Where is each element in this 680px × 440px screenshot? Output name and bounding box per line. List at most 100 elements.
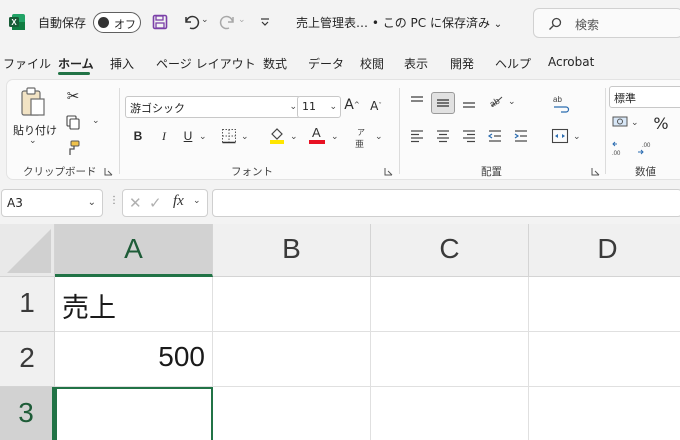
shrink-font-button[interactable]: Aˇ [367, 97, 385, 115]
paste-dropdown-icon[interactable]: ⌄ [29, 136, 37, 146]
tab-acrobat[interactable]: Acrobat [548, 55, 594, 69]
tab-insert[interactable]: 挿入 [110, 55, 134, 72]
save-icon[interactable] [152, 14, 168, 30]
align-middle-button[interactable] [431, 92, 455, 114]
phonetic-dropdown-icon[interactable]: ⌄ [375, 132, 383, 142]
merge-dropdown-icon[interactable]: ⌄ [573, 132, 581, 142]
cell-c2[interactable] [371, 332, 529, 387]
font-launcher-icon[interactable] [384, 167, 393, 176]
cell-c1[interactable] [371, 277, 529, 332]
decrease-indent-icon[interactable] [487, 128, 503, 144]
document-title[interactable]: 売上管理表… • この PC に保存済み ⌄ [296, 14, 502, 31]
alignment-launcher-icon[interactable] [591, 167, 600, 176]
font-color-dropdown-icon[interactable]: ⌄ [331, 132, 339, 142]
redo-icon[interactable] [219, 13, 237, 31]
tab-home[interactable]: ホーム [58, 55, 94, 72]
font-name-combo[interactable]: 游ゴシック ⌄ [125, 96, 301, 118]
enter-icon[interactable]: ✓ [149, 194, 162, 212]
cancel-icon[interactable]: ✕ [129, 194, 142, 212]
number-format-value: 標準 [614, 92, 636, 105]
align-left-icon[interactable] [409, 128, 425, 144]
row-header-3[interactable]: 3 [0, 387, 55, 440]
cell-a3[interactable] [55, 387, 213, 440]
svg-text:.00: .00 [612, 151, 621, 157]
fill-color-dropdown-icon[interactable]: ⌄ [290, 132, 298, 142]
tab-review[interactable]: 校閲 [360, 55, 384, 72]
orientation-dropdown-icon[interactable]: ⌄ [508, 97, 516, 107]
number-format-combo[interactable]: 標準 [609, 86, 680, 108]
formula-input[interactable] [212, 189, 680, 217]
borders-icon[interactable] [221, 128, 237, 144]
column-header-d[interactable]: D [529, 224, 680, 277]
copy-dropdown-icon[interactable]: ⌄ [92, 116, 100, 126]
chevron-down-icon[interactable]: ⌄ [193, 196, 201, 206]
ribbon-area: 貼り付け ⌄ ✂ ⌄ クリップボード 游ゴシック ⌄ 11 ⌄ A ^ Aˇ B … [0, 76, 680, 184]
phonetic-button[interactable]: ア 亜 [355, 127, 369, 150]
cell-b3[interactable] [213, 387, 371, 440]
align-center-icon[interactable] [435, 128, 451, 144]
paste-icon[interactable] [19, 86, 47, 118]
tab-page-layout[interactable]: ページ レイアウト [156, 55, 256, 72]
column-header-a[interactable]: A [55, 224, 213, 277]
cell-c3[interactable] [371, 387, 529, 440]
percent-style-button[interactable]: % [653, 114, 669, 133]
tab-help[interactable]: ヘルプ [495, 55, 531, 72]
font-color-button[interactable]: A [309, 125, 325, 145]
fill-color-icon[interactable] [269, 126, 285, 144]
decrease-decimal-icon[interactable]: .00 [637, 140, 655, 158]
orientation-icon[interactable]: ab [487, 92, 505, 110]
italic-button[interactable]: I [157, 128, 171, 144]
grow-font-button[interactable]: A ^ [343, 96, 361, 114]
group-separator [119, 88, 120, 174]
autosave-toggle[interactable]: オフ [93, 12, 141, 33]
formula-bar-grip-icon[interactable]: ⋮ [109, 195, 119, 206]
merge-center-icon[interactable] [551, 127, 569, 145]
underline-button[interactable]: U [181, 128, 195, 144]
clipboard-launcher-icon[interactable] [104, 167, 113, 176]
tab-file[interactable]: ファイル [3, 55, 51, 72]
increase-decimal-icon[interactable]: .00 [611, 140, 629, 158]
font-size-value: 11 [302, 100, 316, 113]
cell-a2[interactable]: 500 [55, 332, 213, 387]
copy-icon[interactable] [65, 114, 81, 130]
align-bottom-icon[interactable] [461, 94, 477, 110]
redo-dropdown-icon[interactable]: ⌄ [238, 15, 246, 25]
cell-d1[interactable] [529, 277, 680, 332]
cell-b2[interactable] [213, 332, 371, 387]
column-header-c[interactable]: C [371, 224, 529, 277]
cell-d2[interactable] [529, 332, 680, 387]
insert-function-button[interactable]: fx [173, 193, 184, 210]
format-painter-icon[interactable] [65, 140, 81, 156]
align-right-icon[interactable] [461, 128, 477, 144]
cell-a1[interactable]: 売上 [55, 277, 213, 332]
customize-toolbar-icon[interactable] [260, 17, 270, 27]
accounting-format-icon[interactable] [611, 114, 631, 130]
chevron-down-icon: ⌄ [329, 102, 337, 112]
name-box[interactable]: A3 ⌄ [1, 189, 103, 217]
tab-data[interactable]: データ [308, 55, 344, 72]
bold-button[interactable]: B [131, 128, 145, 144]
svg-text:ab: ab [553, 95, 562, 104]
align-top-icon[interactable] [409, 94, 425, 110]
undo-icon[interactable] [182, 13, 200, 31]
search-input[interactable]: 検索 [533, 8, 680, 38]
underline-dropdown-icon[interactable]: ⌄ [199, 132, 207, 142]
cell-d3[interactable] [529, 387, 680, 440]
accounting-dropdown-icon[interactable]: ⌄ [631, 118, 639, 128]
increase-indent-icon[interactable] [513, 128, 529, 144]
undo-dropdown-icon[interactable]: ⌄ [201, 15, 209, 25]
tab-developer[interactable]: 開発 [450, 55, 474, 72]
cut-icon[interactable]: ✂ [65, 87, 81, 105]
cell-b1[interactable] [213, 277, 371, 332]
row-header-1[interactable]: 1 [0, 277, 55, 332]
alignment-group-label: 配置 [481, 166, 502, 178]
select-all-button[interactable] [0, 224, 55, 277]
font-size-combo[interactable]: 11 ⌄ [297, 96, 341, 118]
tab-formulas[interactable]: 数式 [263, 55, 287, 72]
borders-dropdown-icon[interactable]: ⌄ [241, 132, 249, 142]
column-header-b[interactable]: B [213, 224, 371, 277]
name-box-value: A3 [7, 196, 23, 210]
row-header-2[interactable]: 2 [0, 332, 55, 387]
wrap-text-icon[interactable]: ab [551, 93, 571, 113]
tab-view[interactable]: 表示 [404, 55, 428, 72]
